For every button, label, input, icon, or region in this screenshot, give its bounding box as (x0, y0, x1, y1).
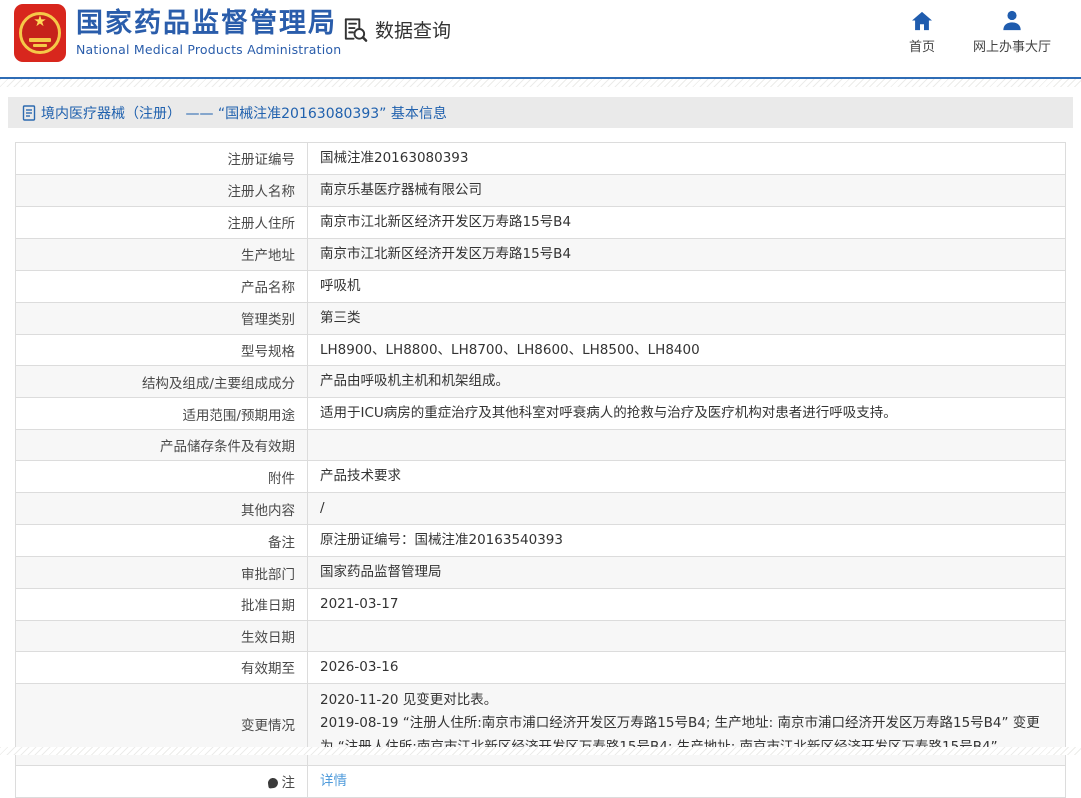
registration-info-table: 注册证编号国械注准20163080393注册人名称南京乐基医疗器械有限公司注册人… (15, 142, 1066, 798)
org-title-block: 国家药品监督管理局 National Medical Products Admi… (76, 9, 341, 57)
row-label: 注册证编号 (16, 143, 308, 175)
row-label: 结构及组成/主要组成成分 (16, 366, 308, 398)
row-label: 注册人名称 (16, 174, 308, 206)
row-label: 注册人住所 (16, 206, 308, 238)
row-value: 适用于ICU病房的重症治疗及其他科室对呼衰病人的抢救与治疗及医疗机构对患者进行呼… (308, 398, 1066, 430)
row-label: 管理类别 (16, 302, 308, 334)
breadcrumb: 境内医疗器械（注册） —— “国械注准20163080393” 基本信息 (8, 97, 1073, 128)
org-name-cn: 国家药品监督管理局 (76, 9, 341, 39)
info-table-body: 注册证编号国械注准20163080393注册人名称南京乐基医疗器械有限公司注册人… (16, 143, 1066, 798)
table-row: 其他内容/ (16, 493, 1066, 525)
row-value: 2026-03-16 (308, 651, 1066, 683)
footer-stripe-divider (0, 747, 1081, 755)
row-value: 国家药品监督管理局 (308, 557, 1066, 589)
note-icon (267, 778, 278, 789)
emblem-star-icon: ★ (33, 14, 46, 29)
table-row: 注册人住所南京市江北新区经济开发区万寿路15号B4 (16, 206, 1066, 238)
nav-item-service-hall[interactable]: 网上办事大厅 (962, 9, 1062, 55)
user-icon (962, 9, 1062, 31)
row-label: 有效期至 (16, 651, 308, 683)
row-value: 南京市江北新区经济开发区万寿路15号B4 (308, 238, 1066, 270)
table-row: 型号规格LH8900、LH8800、LH8700、LH8600、LH8500、L… (16, 334, 1066, 366)
table-row: 生产地址南京市江北新区经济开发区万寿路15号B4 (16, 238, 1066, 270)
org-name-en: National Medical Products Administration (76, 42, 341, 57)
table-row: 附件产品技术要求 (16, 461, 1066, 493)
row-label: 型号规格 (16, 334, 308, 366)
row-value: LH8900、LH8800、LH8700、LH8600、LH8500、LH840… (308, 334, 1066, 366)
page-title: 境内医疗器械（注册） —— “国械注准20163080393” 基本信息 (41, 103, 447, 123)
header-stripe-divider (0, 79, 1081, 87)
row-value: 国械注准20163080393 (308, 143, 1066, 175)
row-value (308, 430, 1066, 461)
detail-link[interactable]: 详情 (320, 773, 347, 789)
row-value: 原注册证编号：国械注准20163540393 (308, 525, 1066, 557)
row-value: / (308, 493, 1066, 525)
row-value: 呼吸机 (308, 270, 1066, 302)
nav-home-label: 首页 (896, 36, 948, 55)
table-row: 结构及组成/主要组成成分产品由呼吸机主机和机架组成。 (16, 366, 1066, 398)
nav-hall-label: 网上办事大厅 (962, 36, 1062, 55)
row-label: 适用范围/预期用途 (16, 398, 308, 430)
data-query-label: 数据查询 (375, 16, 451, 43)
row-label: 产品储存条件及有效期 (16, 430, 308, 461)
nav-item-home[interactable]: 首页 (896, 9, 948, 55)
table-row: 注详情 (16, 765, 1066, 797)
row-label: 备注 (16, 525, 308, 557)
row-label: 生产地址 (16, 238, 308, 270)
document-icon (22, 105, 36, 121)
row-value: 产品技术要求 (308, 461, 1066, 493)
national-emblem-logo-icon: ★ (14, 4, 66, 62)
table-row: 注册人名称南京乐基医疗器械有限公司 (16, 174, 1066, 206)
row-value (308, 620, 1066, 651)
emblem-circle: ★ (19, 12, 61, 54)
row-label: 批准日期 (16, 588, 308, 620)
table-row: 适用范围/预期用途适用于ICU病房的重症治疗及其他科室对呼衰病人的抢救与治疗及医… (16, 398, 1066, 430)
row-label: 审批部门 (16, 557, 308, 589)
row-value: 2021-03-17 (308, 588, 1066, 620)
table-row: 生效日期 (16, 620, 1066, 651)
emblem-gate-base (33, 44, 47, 47)
table-row: 备注原注册证编号：国械注准20163540393 (16, 525, 1066, 557)
row-label: 附件 (16, 461, 308, 493)
row-label: 生效日期 (16, 620, 308, 651)
table-row: 管理类别第三类 (16, 302, 1066, 334)
table-row: 批准日期2021-03-17 (16, 588, 1066, 620)
row-value: 第三类 (308, 302, 1066, 334)
row-label: 产品名称 (16, 270, 308, 302)
row-value: 产品由呼吸机主机和机架组成。 (308, 366, 1066, 398)
row-value: 南京乐基医疗器械有限公司 (308, 174, 1066, 206)
row-value: 南京市江北新区经济开发区万寿路15号B4 (308, 206, 1066, 238)
nmpa-logo-block[interactable]: ★ 国家药品监督管理局 National Medical Products Ad… (14, 4, 341, 62)
table-row: 产品名称呼吸机 (16, 270, 1066, 302)
site-header: ★ 国家药品监督管理局 National Medical Products Ad… (0, 0, 1081, 79)
table-row: 产品储存条件及有效期 (16, 430, 1066, 461)
table-row: 有效期至2026-03-16 (16, 651, 1066, 683)
row-value: 详情 (308, 765, 1066, 797)
row-label: 其他内容 (16, 493, 308, 525)
home-icon (896, 9, 948, 31)
data-query-icon (341, 16, 368, 43)
row-label: 注 (16, 765, 308, 797)
table-row: 注册证编号国械注准20163080393 (16, 143, 1066, 175)
table-row: 审批部门国家药品监督管理局 (16, 557, 1066, 589)
data-query-nav[interactable]: 数据查询 (341, 16, 451, 43)
emblem-gate-icon (29, 38, 51, 42)
